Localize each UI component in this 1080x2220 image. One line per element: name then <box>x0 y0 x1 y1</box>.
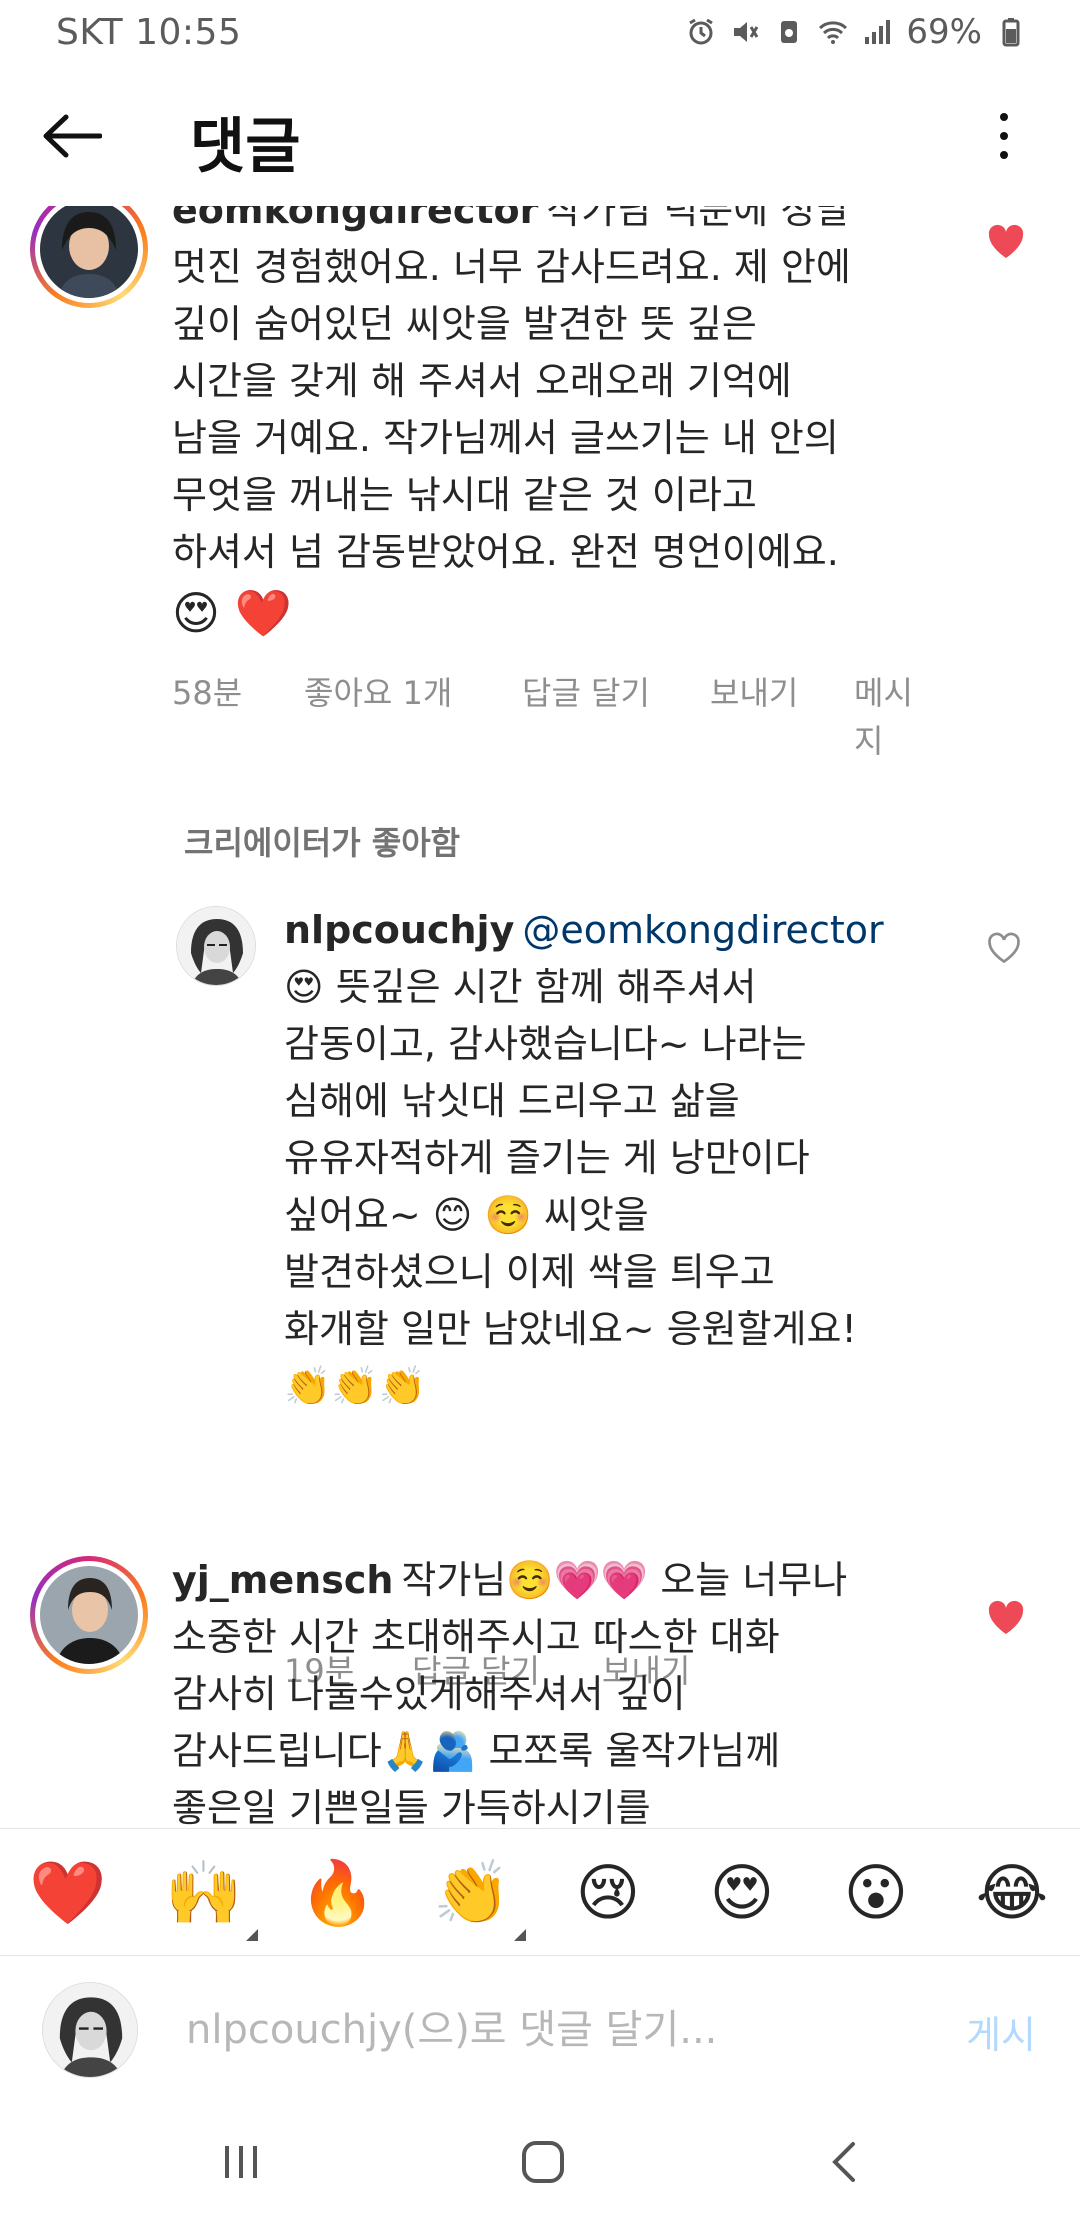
more-options-button[interactable] <box>972 104 1036 168</box>
message-button[interactable]: 메시 <box>854 668 913 714</box>
emoji-heart-button[interactable]: ❤️ <box>26 1851 110 1935</box>
system-nav-bar <box>0 2104 1080 2220</box>
comment-input-bar: 게시 <box>0 1956 1080 2104</box>
signal-icon <box>865 20 891 44</box>
battery-percent: 69% <box>906 12 982 52</box>
avatar <box>42 1982 138 2078</box>
reply-button[interactable]: 답글 달기 <box>522 668 650 714</box>
post-button[interactable]: 게시 <box>966 2004 1036 2059</box>
wifi-icon <box>819 21 848 44</box>
avatar-photo <box>40 206 138 298</box>
emoji-fire-button[interactable]: 🔥 <box>296 1851 380 1935</box>
avatar-photo <box>40 1566 138 1664</box>
emoji-laugh-button[interactable]: 😂 <box>970 1851 1054 1935</box>
comment-time: 58분 <box>172 674 243 712</box>
emoji-heart-eyes-button[interactable]: 😍 <box>700 1851 784 1935</box>
comments-feed[interactable]: eomkongdirector 작가님 덕분에 정말 멋진 경험했어요. 너무 감… <box>0 206 1080 1828</box>
comment-text: yj_mensch 작가님☺️💗💗 오늘 너무나 소중한 시간 초대해주시고 따스… <box>172 1558 848 1828</box>
avatar[interactable] <box>30 1556 148 1674</box>
variant-indicator-icon <box>514 1929 526 1941</box>
emoji-cry-button[interactable]: 😢 <box>566 1851 650 1935</box>
recycle-icon <box>781 21 798 43</box>
emoji-raised-hands-button[interactable]: 🙌 <box>162 1851 258 1941</box>
top-bar: 댓글 <box>0 66 1080 206</box>
liked-heart-icon[interactable] <box>986 1598 1026 1638</box>
mention-link[interactable]: @eomkongdirector <box>522 908 883 952</box>
heart-outline-icon[interactable] <box>986 930 1022 966</box>
status-icons: 69% <box>686 12 1026 52</box>
status-bar: SKT 10:55 69% <box>0 0 1080 66</box>
comment-username[interactable]: yj_mensch <box>172 1558 393 1602</box>
recent-apps-icon <box>225 2146 257 2178</box>
arrow-left-icon <box>43 114 102 158</box>
alarm-icon <box>689 18 714 45</box>
comment-input[interactable] <box>186 2000 886 2060</box>
home-button[interactable] <box>498 2132 588 2192</box>
recent-apps-button[interactable] <box>196 2132 286 2192</box>
comment-meta: 58분 좋아요 1개 답글 달기 보내기 메시 지 <box>172 668 972 768</box>
likes-count[interactable]: 좋아요 1개 <box>304 668 452 714</box>
send-button[interactable]: 보내기 <box>710 668 798 714</box>
carrier-time: SKT 10:55 <box>56 12 242 53</box>
comment-emojis: 😍 ❤️ <box>172 586 292 640</box>
comment-username[interactable]: eomkongdirector <box>172 206 538 232</box>
avatar-photo <box>177 907 255 985</box>
home-icon <box>522 2141 564 2183</box>
comment-text: eomkongdirector 작가님 덕분에 정말 멋진 경험했어요. 너무 감… <box>172 206 952 642</box>
avatar[interactable] <box>30 206 148 308</box>
liked-heart-icon[interactable] <box>986 222 1026 262</box>
emoji-quick-bar: ❤️ 🙌 🔥 👏 😢 😍 😮 😂 <box>0 1828 1080 1956</box>
back-nav-button[interactable] <box>800 2132 890 2192</box>
back-button[interactable] <box>36 102 108 170</box>
variant-indicator-icon <box>246 1929 258 1941</box>
emoji-clap-button[interactable]: 👏 <box>430 1851 526 1941</box>
avatar-photo <box>43 1983 137 2077</box>
emoji-surprised-button[interactable]: 😮 <box>834 1851 918 1935</box>
back-nav-icon <box>832 2142 855 2182</box>
battery-icon <box>1002 18 1020 47</box>
more-vertical-icon <box>1000 113 1008 121</box>
mute-icon <box>734 22 759 42</box>
creator-liked-label: 크리에이터가 좋아함 <box>184 824 461 862</box>
reply-text: nlpcouchjy @eomkongdirector 😍 뜻깊은 시간 함께 해… <box>284 908 884 1408</box>
comment-username[interactable]: nlpcouchjy <box>284 908 514 952</box>
page-title: 댓글 <box>190 112 301 182</box>
avatar[interactable] <box>176 906 256 986</box>
